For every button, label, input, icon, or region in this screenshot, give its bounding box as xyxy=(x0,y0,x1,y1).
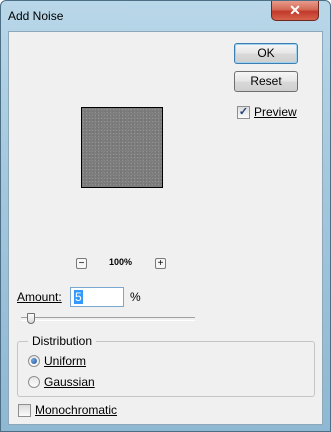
reset-button[interactable]: Reset xyxy=(234,71,298,92)
minus-icon: − xyxy=(78,258,85,269)
amount-slider-thumb[interactable] xyxy=(27,313,35,324)
preview-checkbox[interactable]: ✓ xyxy=(237,106,250,119)
ok-button[interactable]: OK xyxy=(234,43,298,64)
preview-label-text: Preview xyxy=(254,105,297,119)
zoom-in-button[interactable]: + xyxy=(155,258,166,269)
distribution-legend: Distribution xyxy=(28,334,97,348)
amount-label: Amount: xyxy=(17,290,62,304)
percent-unit: % xyxy=(130,290,141,304)
dialog-body: OK Reset ✓ Preview − 100% + Amount: 5 % … xyxy=(8,31,323,425)
noise-preview-image[interactable] xyxy=(81,107,163,188)
close-button[interactable]: ✕ xyxy=(271,1,319,21)
monochromatic-checkbox[interactable] xyxy=(18,404,31,417)
amount-input[interactable]: 5 xyxy=(70,287,124,307)
plus-icon: + xyxy=(157,258,164,269)
uniform-label[interactable]: Uniform xyxy=(44,354,86,368)
uniform-radio[interactable] xyxy=(28,355,40,367)
gaussian-radio[interactable] xyxy=(28,376,40,388)
title-bar[interactable]: Add Noise ✕ xyxy=(1,1,330,31)
gaussian-label[interactable]: Gaussian xyxy=(44,375,95,389)
preview-label[interactable]: Preview xyxy=(254,105,297,119)
checkmark-icon: ✓ xyxy=(238,106,249,118)
zoom-level: 100% xyxy=(109,257,133,267)
amount-value: 5 xyxy=(74,290,83,304)
close-icon: ✕ xyxy=(289,2,301,18)
monochromatic-label[interactable]: Monochromatic xyxy=(35,403,117,417)
amount-slider-track[interactable] xyxy=(21,317,195,321)
dialog-title: Add Noise xyxy=(8,9,64,23)
add-noise-dialog: Add Noise ✕ OK Reset ✓ Preview − 100% + … xyxy=(0,0,331,432)
zoom-out-button[interactable]: − xyxy=(76,258,87,269)
